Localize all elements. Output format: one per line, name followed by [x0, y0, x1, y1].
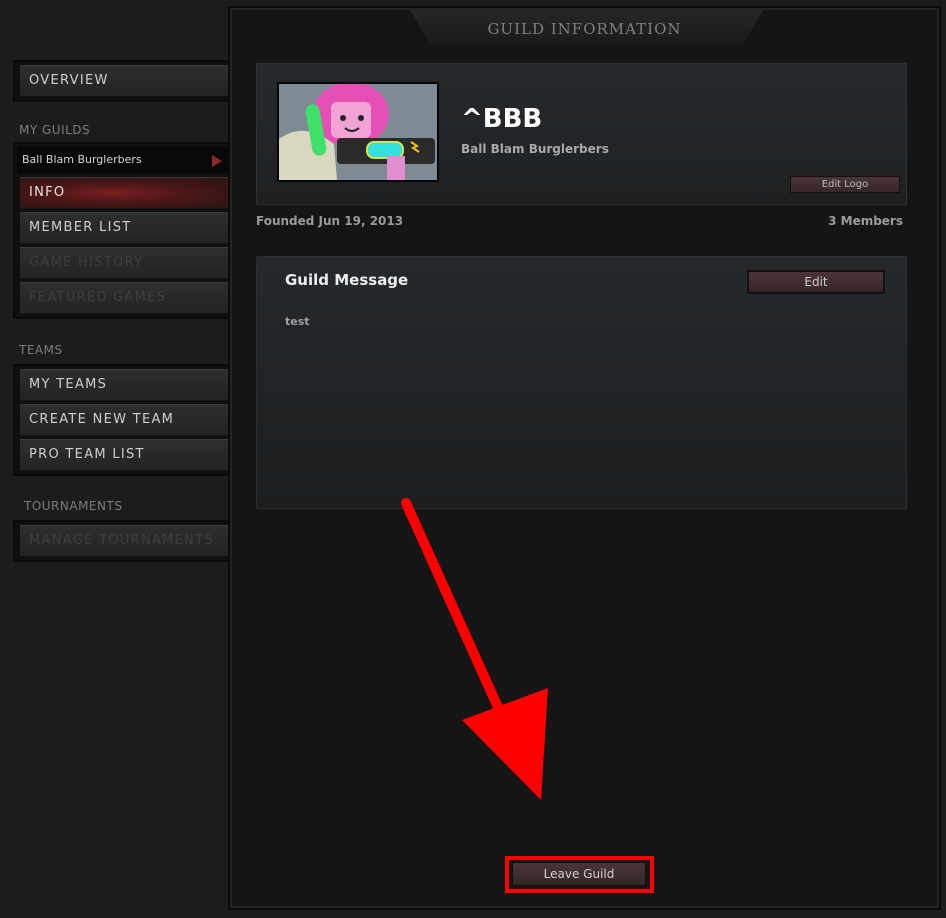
my-guilds-heading: MY GUILDS [19, 123, 91, 137]
sidebar: OVERVIEW MY GUILDS Ball Blam Burglerbers… [0, 0, 232, 918]
guild-info-card: ^BBB Ball Blam Burglerbers Edit Logo [256, 63, 907, 205]
nav-member-list[interactable]: MEMBER LIST [20, 212, 228, 244]
nav-manage-tournaments: MANAGE TOURNAMENTS [20, 525, 228, 557]
tournaments-nav-group: MANAGE TOURNAMENTS [13, 520, 232, 562]
guild-message-card: Guild Message Edit test [256, 256, 907, 509]
guild-info-panel: GUILD INFORMATION ^BBB Ball Blam Burgler… [228, 6, 941, 910]
guild-selector-label: Ball Blam Burglerbers [22, 153, 142, 166]
member-count: 3 Members [828, 214, 903, 228]
guild-name: Ball Blam Burglerbers [461, 142, 609, 156]
guild-message-heading: Guild Message [285, 271, 409, 289]
nav-create-new-team[interactable]: CREATE NEW TEAM [20, 404, 228, 436]
guild-selector[interactable]: Ball Blam Burglerbers [17, 147, 228, 173]
nav-featured-games: FEATURED GAMES [20, 282, 228, 314]
guild-tag: ^BBB [461, 104, 543, 134]
nav-game-history: GAME HISTORY [20, 247, 228, 279]
teams-nav-group: MY TEAMS CREATE NEW TEAM PRO TEAM LIST [13, 364, 232, 476]
panel-title: GUILD INFORMATION [487, 20, 682, 38]
edit-message-button[interactable]: Edit [747, 270, 885, 294]
guild-logo-image [279, 84, 437, 180]
nav-overview[interactable]: OVERVIEW [20, 65, 228, 97]
guild-message-text: test [285, 315, 310, 328]
nav-my-teams[interactable]: MY TEAMS [20, 369, 228, 401]
overview-group: OVERVIEW [13, 60, 232, 102]
guild-nav-group: Ball Blam Burglerbers INFO MEMBER LIST G… [13, 142, 232, 319]
nav-pro-team-list[interactable]: PRO TEAM LIST [20, 439, 228, 471]
guild-logo [277, 82, 439, 182]
highlight-box [505, 856, 654, 893]
edit-logo-button[interactable]: Edit Logo [790, 176, 900, 193]
teams-heading: TEAMS [19, 343, 63, 357]
tournaments-heading: TOURNAMENTS [24, 499, 123, 513]
nav-info[interactable]: INFO [20, 177, 228, 209]
founded-date: Founded Jun 19, 2013 [256, 214, 404, 228]
play-arrow-icon [212, 155, 222, 167]
